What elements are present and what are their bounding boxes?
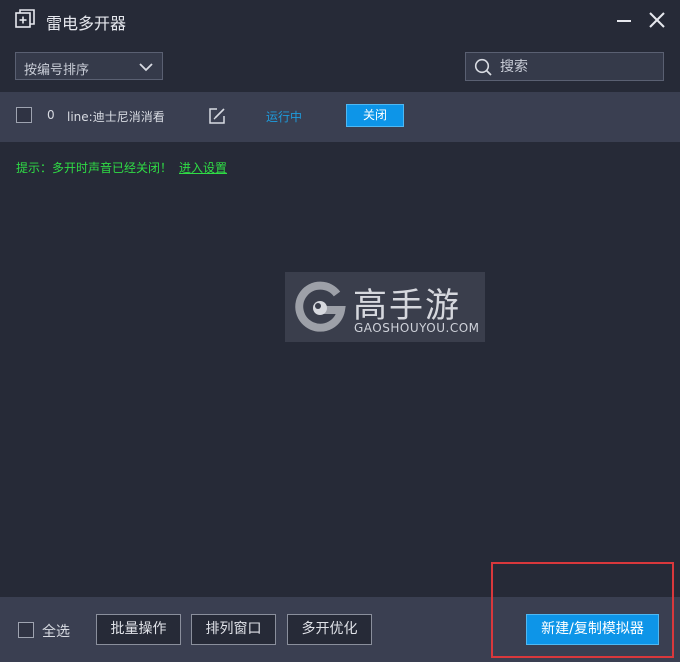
window-title: 雷电多开器 <box>46 14 127 33</box>
highlight-frame <box>491 562 674 658</box>
watermark-title: 高手游 <box>353 286 461 326</box>
select-all-checkbox[interactable] <box>18 622 34 638</box>
window-close-button[interactable] <box>645 8 669 32</box>
batch-operation-button[interactable]: 批量操作 <box>96 614 181 645</box>
select-all-label[interactable]: 全选 <box>42 621 70 641</box>
app-add-window-icon <box>15 9 35 29</box>
multi-open-optimize-button[interactable]: 多开优化 <box>287 614 372 645</box>
minimize-icon <box>617 20 631 22</box>
instance-index: 0 <box>47 108 55 122</box>
edit-icon <box>209 108 225 124</box>
minimize-button[interactable] <box>612 8 636 32</box>
watermark-subtitle: GAOSHOUYOU.COM <box>354 321 480 335</box>
open-settings-link[interactable]: 进入设置 <box>179 159 227 176</box>
sort-dropdown-value: 按编号排序 <box>24 63 90 78</box>
close-icon <box>649 12 665 28</box>
gaoshouyou-logo-icon <box>295 281 346 332</box>
instance-name: line:迪士尼消消看 <box>67 110 165 124</box>
sound-off-hint: 提示：多开时声音已经关闭！ <box>16 161 173 175</box>
chevron-down-icon <box>139 63 153 72</box>
watermark: 高手游 GAOSHOUYOU.COM <box>285 272 485 342</box>
instance-status: 运行中 <box>266 110 303 124</box>
instance-close-button[interactable]: 关闭 <box>346 104 404 127</box>
edit-name-button[interactable] <box>208 107 226 125</box>
instance-checkbox[interactable] <box>16 107 32 123</box>
search-icon <box>474 58 492 76</box>
search-box[interactable] <box>465 52 664 81</box>
arrange-windows-button[interactable]: 排列窗口 <box>191 614 276 645</box>
search-input[interactable] <box>500 57 650 77</box>
sort-dropdown[interactable]: 按编号排序 <box>15 52 163 80</box>
